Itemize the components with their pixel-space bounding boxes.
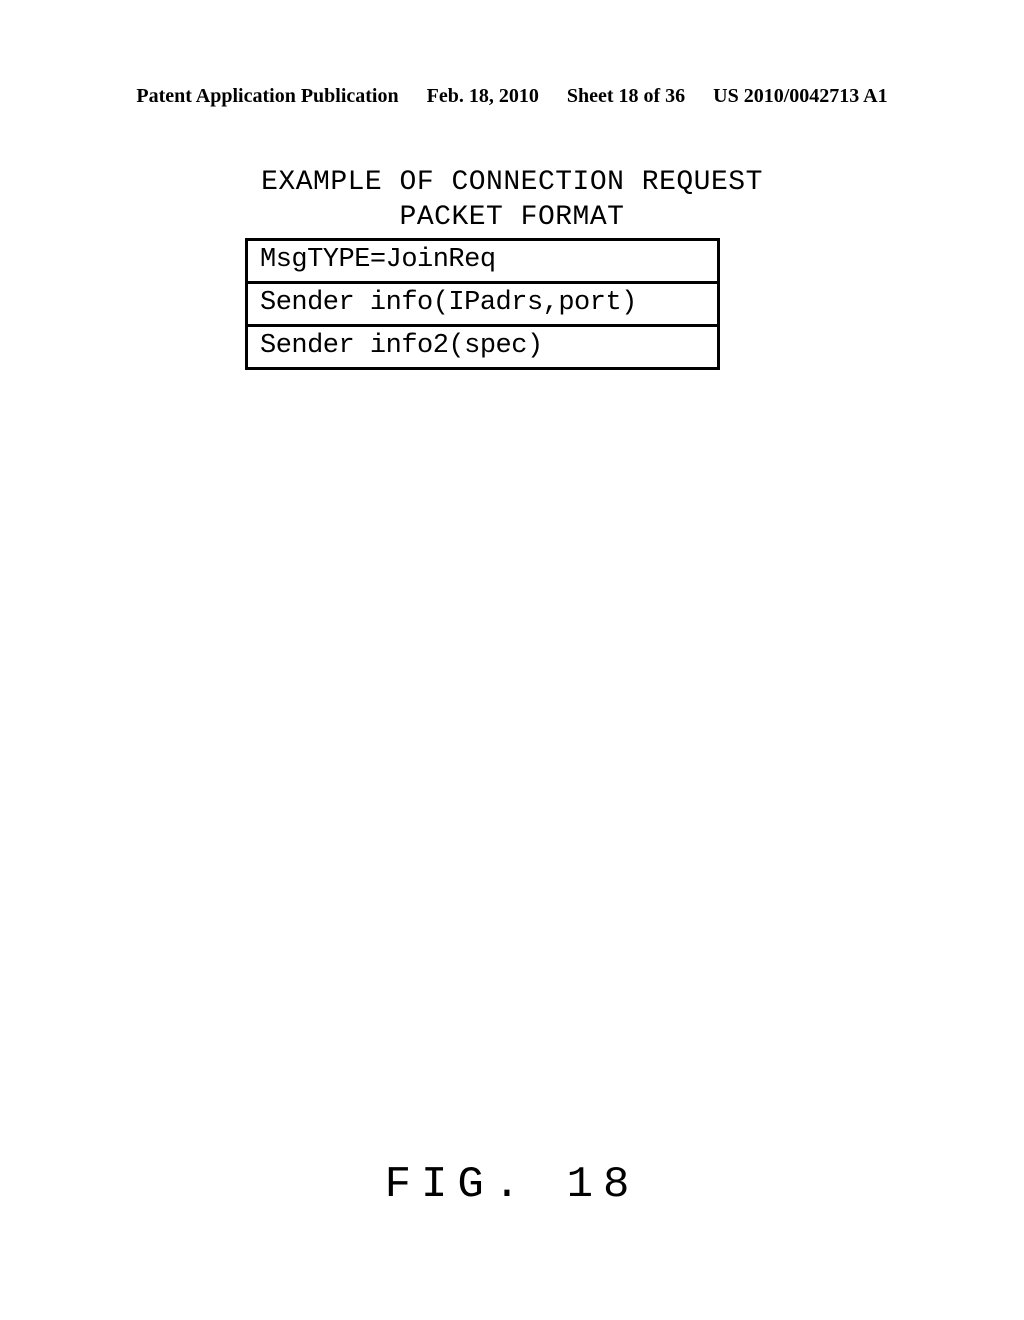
publication-type: Patent Application Publication: [136, 85, 398, 108]
publication-date: Feb. 18, 2010: [427, 85, 539, 108]
publication-number: US 2010/0042713 A1: [713, 85, 887, 108]
packet-row: Sender info2(spec): [248, 327, 717, 367]
packet-row: Sender info(IPadrs,port): [248, 284, 717, 327]
diagram-title-line2: PACKET FORMAT: [0, 200, 1024, 235]
sheet-number: Sheet 18 of 36: [567, 85, 685, 108]
diagram-title: EXAMPLE OF CONNECTION REQUEST PACKET FOR…: [0, 165, 1024, 235]
page-header: Patent Application Publication Feb. 18, …: [0, 85, 1024, 108]
figure-label: FIG. 18: [0, 1160, 1024, 1210]
packet-format-table: MsgTYPE=JoinReq Sender info(IPadrs,port)…: [245, 238, 720, 370]
diagram-title-line1: EXAMPLE OF CONNECTION REQUEST: [0, 165, 1024, 200]
packet-row: MsgTYPE=JoinReq: [248, 241, 717, 284]
